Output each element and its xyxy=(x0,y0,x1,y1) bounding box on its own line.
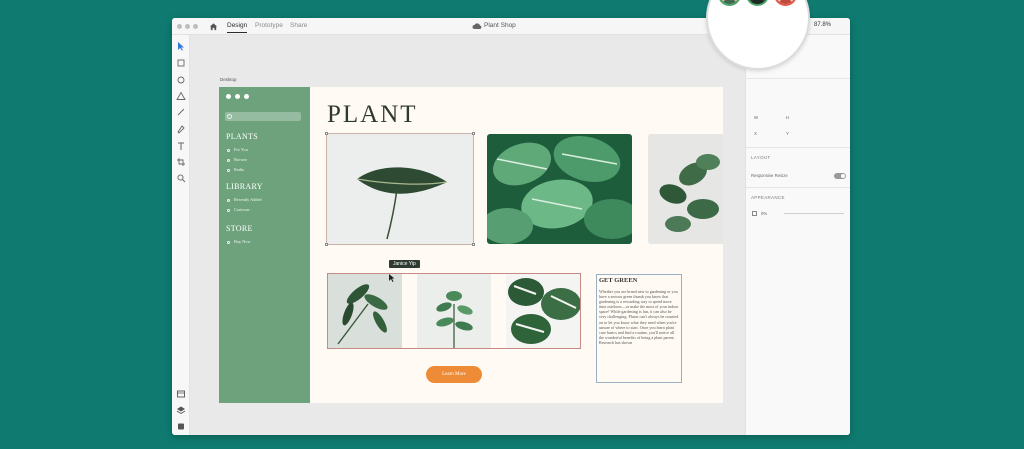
plugins-icon[interactable] xyxy=(176,421,186,431)
home-icon[interactable] xyxy=(209,22,218,31)
layout-section-label: LAYOUT xyxy=(751,155,771,160)
sidebar-search-field[interactable] xyxy=(225,112,301,121)
page-title[interactable]: PLANT xyxy=(327,101,418,129)
responsive-resize-toggle[interactable] xyxy=(834,173,846,179)
sidebar-item-label: Radio xyxy=(234,167,245,172)
rectangle-tool-icon[interactable] xyxy=(176,58,186,68)
zoom-tool-icon[interactable] xyxy=(176,173,186,183)
site-sidebar: PLANTS For You Browse Radio LIBRARY Rece… xyxy=(219,87,310,403)
sidebar-item-recently-added[interactable]: Recently Added xyxy=(227,197,262,202)
divider xyxy=(746,78,850,79)
document-title[interactable]: Plant Shop xyxy=(484,22,516,29)
sidebar-item-cartoons[interactable]: Cartoons xyxy=(227,207,250,212)
bullet-icon xyxy=(227,208,230,212)
zoom-level[interactable]: 87.8% xyxy=(814,22,831,28)
sidebar-item-radio[interactable]: Radio xyxy=(227,167,244,172)
text-block-body[interactable]: Whether you are brand new to gardening o… xyxy=(599,289,679,345)
photo-calathea-leaves[interactable] xyxy=(487,134,632,244)
ellipse-tool-icon[interactable] xyxy=(176,75,186,85)
text-block-heading[interactable]: GET GREEN xyxy=(599,277,679,284)
sidebar-item-label: Browse xyxy=(234,157,248,162)
bullet-icon xyxy=(227,148,230,152)
artboard-tool-icon[interactable] xyxy=(176,157,186,167)
sidebar-dot xyxy=(235,94,240,99)
canvas[interactable]: Desktop PLANTS For You Browse Radio LIBR… xyxy=(190,35,745,435)
cursor-icon xyxy=(389,274,395,282)
layers-icon[interactable] xyxy=(176,405,186,415)
collaborator-tooltip: Janice Yip xyxy=(389,260,420,268)
opacity-value[interactable]: 0% xyxy=(761,211,767,216)
y-field[interactable]: Y xyxy=(786,131,789,136)
selection-group xyxy=(327,273,581,349)
property-inspector: W H X Y LAYOUT Responsive Resize APPEARA… xyxy=(745,35,850,435)
sidebar-item-label: For You xyxy=(234,147,248,152)
learn-more-button[interactable]: Learn More xyxy=(426,366,482,383)
avatar[interactable] xyxy=(746,0,769,6)
tab-prototype[interactable]: Prototype xyxy=(255,22,283,29)
sidebar-item-label: Buy Now xyxy=(234,239,251,244)
bullet-icon xyxy=(227,240,230,244)
resize-handle[interactable] xyxy=(325,243,328,246)
select-tool-icon[interactable] xyxy=(176,41,186,51)
tool-bar xyxy=(172,35,190,435)
resize-handle[interactable] xyxy=(472,132,475,135)
sidebar-heading-library: LIBRARY xyxy=(226,182,263,191)
sidebar-item-label: Cartoons xyxy=(234,207,250,212)
divider xyxy=(746,187,850,188)
person-icon xyxy=(751,0,764,4)
person-icon xyxy=(779,0,792,4)
pen-tool-icon[interactable] xyxy=(176,124,186,134)
rubber-plant-image xyxy=(659,154,720,232)
opacity-slider[interactable] xyxy=(784,213,844,214)
opacity-checkbox[interactable] xyxy=(752,211,757,216)
line-tool-icon[interactable] xyxy=(176,107,186,117)
sidebar-dot xyxy=(226,94,231,99)
sidebar-dot xyxy=(244,94,249,99)
tab-design[interactable]: Design xyxy=(227,22,248,33)
sidebar-item-label: Recently Added xyxy=(234,197,262,202)
window-minimize-dot[interactable] xyxy=(185,24,190,29)
bullet-icon xyxy=(227,158,230,162)
width-field[interactable]: W xyxy=(754,115,758,120)
resize-handle[interactable] xyxy=(325,132,328,135)
responsive-resize-label: Responsive Resize xyxy=(751,173,788,178)
person-icon xyxy=(723,0,736,4)
sidebar-item-buy-now[interactable]: Buy Now xyxy=(227,239,251,244)
sidebar-heading-plants: PLANTS xyxy=(226,132,259,141)
text-tool-icon[interactable] xyxy=(176,141,186,151)
divider xyxy=(746,147,850,148)
app-window: Design Prototype Share Plant Shop 87.8% … xyxy=(172,18,850,435)
window-maximize-dot[interactable] xyxy=(193,24,198,29)
avatar[interactable] xyxy=(718,0,741,6)
cloud-icon xyxy=(472,23,482,29)
sidebar-item-for-you[interactable]: For You xyxy=(227,147,248,152)
tab-share[interactable]: Share xyxy=(290,22,307,29)
artboard-desktop[interactable]: PLANTS For You Browse Radio LIBRARY Rece… xyxy=(219,87,723,403)
assets-icon[interactable] xyxy=(176,389,186,399)
photo-rubber-plant[interactable] xyxy=(648,134,723,244)
x-field[interactable]: X xyxy=(754,131,757,136)
bullet-icon xyxy=(227,168,230,172)
sidebar-item-browse[interactable]: Browse xyxy=(227,157,247,162)
search-icon xyxy=(227,114,232,119)
window-close-dot[interactable] xyxy=(177,24,182,29)
height-field[interactable]: H xyxy=(786,115,789,120)
sidebar-heading-store: STORE xyxy=(226,224,253,233)
selection-box xyxy=(325,132,475,246)
resize-handle[interactable] xyxy=(472,243,475,246)
avatar[interactable] xyxy=(774,0,797,6)
calathea-image xyxy=(487,135,632,244)
artboard-label[interactable]: Desktop xyxy=(220,77,237,82)
appearance-section-label: APPEARANCE xyxy=(751,195,785,200)
bullet-icon xyxy=(227,198,230,202)
polygon-tool-icon[interactable] xyxy=(176,91,186,101)
text-block[interactable]: GET GREEN Whether you are brand new to g… xyxy=(596,274,682,383)
